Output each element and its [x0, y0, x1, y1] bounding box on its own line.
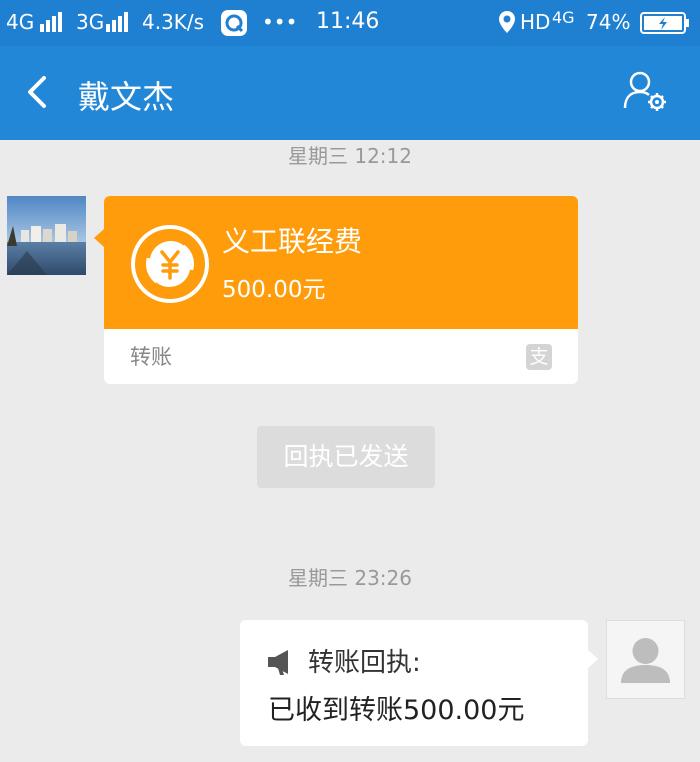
status-time: 11:46 [316, 9, 380, 34]
message-timestamp: 星期三 12:12 [288, 144, 412, 168]
receipt-title: 转账回执: [308, 648, 421, 678]
default-avatar-icon [621, 638, 670, 683]
more-notifications: ••• [262, 10, 298, 34]
battery-icon [640, 12, 689, 34]
back-chevron-left-icon[interactable] [20, 74, 56, 110]
hd-label: HD [520, 10, 551, 34]
network-4g-label: 4G [6, 10, 35, 34]
status-bar: 4G 3G 4.3K/s ••• 11:46 HD 4G 74% [0, 0, 700, 46]
transfer-name: 义工联经费 [222, 225, 363, 258]
yuan-transfer-icon [131, 225, 209, 303]
transfer-type-label: 转账 [130, 345, 172, 369]
signal-icon [40, 12, 62, 32]
network-4g-label-2: 4G [552, 8, 575, 27]
app-notification-icon [221, 10, 247, 36]
bubble-tail-right [588, 650, 598, 668]
alipay-icon: 支 [526, 344, 552, 370]
network-speed: 4.3K/s [142, 10, 205, 34]
user-settings-icon[interactable] [622, 70, 670, 116]
message-timestamp-2: 星期三 23:26 [288, 566, 412, 590]
transfer-card-footer: 转账 支 [104, 329, 578, 384]
chat-header: 戴文杰 [0, 46, 700, 140]
contact-name-title: 戴文杰 [78, 78, 175, 116]
network-3g-label: 3G [76, 10, 105, 34]
contact-avatar[interactable] [7, 196, 86, 275]
receipt-text: 已收到转账500.00元 [268, 695, 525, 726]
location-icon [499, 11, 515, 33]
my-avatar[interactable] [606, 620, 685, 699]
transfer-message-card[interactable]: 义工联经费 500.00元 转账 支 [94, 196, 578, 384]
signal-icon-2 [106, 12, 128, 32]
transfer-receipt-bubble[interactable]: 转账回执: 已收到转账500.00元 [240, 620, 598, 746]
battery-percent: 74% [586, 10, 631, 34]
bubble-tail [94, 229, 104, 247]
speaker-icon [268, 650, 288, 675]
transfer-card-header: 义工联经费 500.00元 [94, 196, 578, 329]
transfer-amount: 500.00元 [222, 277, 326, 303]
receipt-sent-button[interactable]: 回执已发送 [257, 426, 435, 488]
